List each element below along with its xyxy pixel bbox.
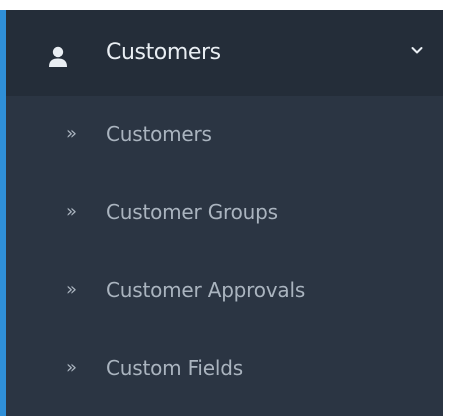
user-icon [49,46,67,67]
sidebar-menu: Customers » Customers » Customer Groups … [0,10,443,416]
submenu-item-label: Custom Fields [106,356,243,380]
submenu-item-customer-approvals[interactable]: » Customer Approvals [6,252,443,330]
double-chevron-right-icon: » [66,123,78,144]
submenu-item-label: Customers [106,122,212,146]
double-chevron-right-icon: » [66,201,78,222]
chevron-down-icon[interactable] [411,45,423,55]
submenu-item-customer-groups[interactable]: » Customer Groups [6,174,443,252]
menu-header-label: Customers [106,40,221,65]
double-chevron-right-icon: » [66,357,78,378]
submenu-item-label: Customer Groups [106,200,278,224]
submenu-item-label: Customer Approvals [106,278,306,302]
submenu-item-customers[interactable]: » Customers [6,96,443,174]
submenu-item-custom-fields[interactable]: » Custom Fields [6,330,443,408]
menu-header-customers[interactable]: Customers [6,10,443,96]
double-chevron-right-icon: » [66,279,78,300]
submenu-list: » Customers » Customer Groups » Customer… [6,96,443,408]
